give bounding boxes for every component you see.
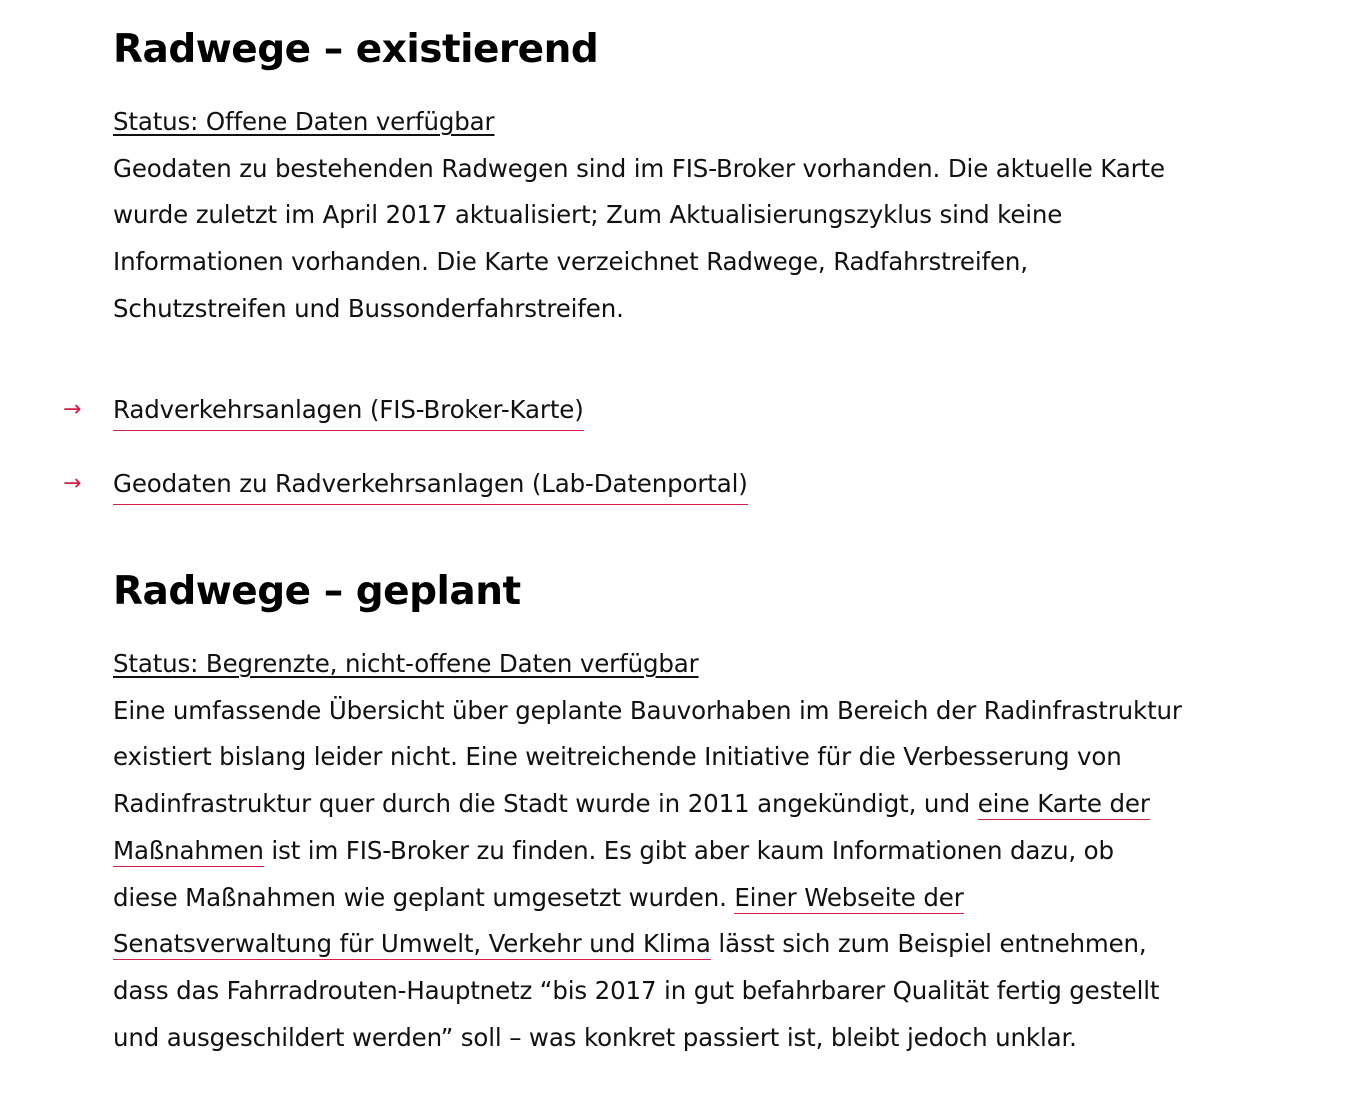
section-body-existing: Status: Offene Daten verfügbar Geodaten z… [113,99,1165,333]
body-line: dass das Fahrradrouten-Hauptnetz “bis 20… [113,975,1160,1005]
link-row-lab-datenportal: → Geodaten zu Radverkehrsanlagen (Lab-Da… [63,464,748,505]
link-karte-der-massnahmen[interactable]: Maßnahmen [113,835,264,867]
body-text: Radinfrastruktur quer durch die Stadt wu… [113,789,978,819]
status-label-planned: Status: Begrenzte, nicht-offene Daten ve… [113,649,699,678]
link-senatsverwaltung-webseite[interactable]: Einer Webseite der [734,882,964,914]
status-label-existing: Status: Offene Daten verfügbar [113,107,495,136]
body-text: diese Maßnahmen wie geplant umgesetzt wu… [113,882,735,912]
link-karte-der-massnahmen[interactable]: eine Karte der [977,789,1150,821]
body-line: Eine umfassende Übersicht über geplante … [113,695,1182,725]
section-body-planned: Status: Begrenzte, nicht-offene Daten ve… [113,641,1182,1061]
body-text: ist im FIS-Broker zu finden. Es gibt abe… [263,835,1114,865]
body-text: lässt sich zum Beispiel entnehmen, [710,929,1147,959]
body-line: Informationen vorhanden. Die Karte verze… [113,247,1028,277]
link-lab-datenportal[interactable]: Geodaten zu Radverkehrsanlagen (Lab-Date… [113,464,748,505]
body-line: existiert bislang leider nicht. Eine wei… [113,742,1122,772]
body-line: Schutzstreifen und Bussonderfahrstreifen… [113,293,624,323]
body-line: Geodaten zu bestehenden Radwegen sind im… [113,153,1165,183]
section-heading-existing: Radwege – existierend [113,27,599,72]
arrow-right-icon: → [63,471,82,496]
body-line: wurde zuletzt im April 2017 aktualisiert… [113,200,1063,230]
section-heading-planned: Radwege – geplant [113,569,521,614]
link-row-fis-broker-map: → Radverkehrsanlagen (FIS-Broker-Karte) [63,390,584,431]
link-senatsverwaltung-webseite[interactable]: Senatsverwaltung für Umwelt, Verkehr und… [113,929,711,961]
body-line: und ausgeschildert werden” soll – was ko… [113,1022,1077,1052]
arrow-right-icon: → [63,397,82,422]
link-fis-broker-map[interactable]: Radverkehrsanlagen (FIS-Broker-Karte) [113,390,584,431]
